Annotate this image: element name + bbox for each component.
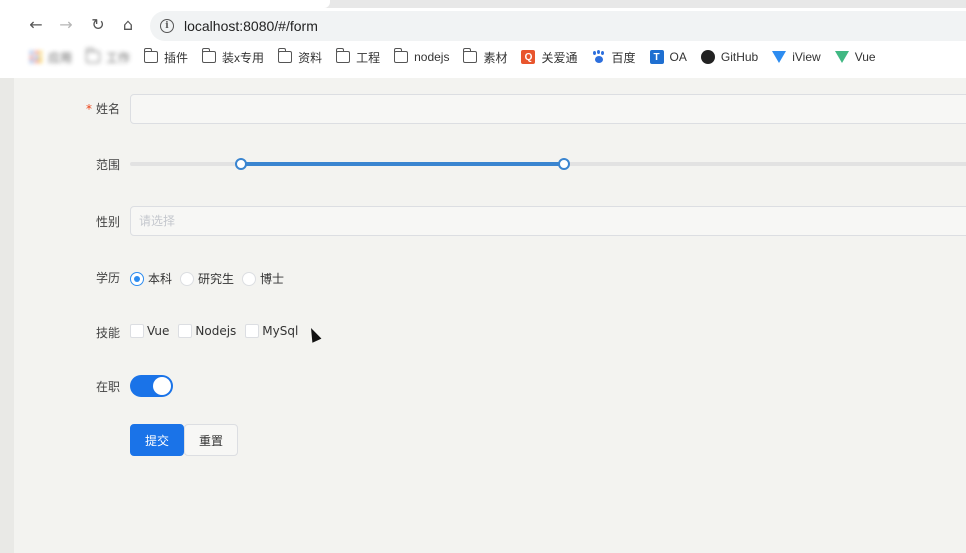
bookmark-nodejs[interactable]: nodejs [393, 48, 450, 64]
bookmark-materials[interactable]: 资料 [277, 48, 323, 66]
bookmark-label: iView [792, 50, 821, 64]
back-arrow-icon[interactable]: ← [25, 14, 47, 36]
bookmark-vue[interactable]: Vue [834, 50, 876, 64]
baidu-paw-icon [592, 50, 606, 64]
skills-checkbox-group: Vue Nodejs MySql [130, 324, 307, 338]
radio-bachelor[interactable]: 本科 [130, 270, 172, 287]
gender-label: 性别 [95, 215, 120, 229]
reset-button[interactable]: 重置 [184, 424, 238, 456]
range-label: 范围 [95, 158, 120, 172]
bookmark-label: 装x专用 [222, 50, 265, 65]
bookmark-label: nodejs [414, 50, 450, 64]
apps-icon [30, 51, 42, 63]
mouse-cursor-icon [306, 325, 322, 343]
radio-dot [242, 271, 257, 286]
bookmark-github[interactable]: GitHub [700, 50, 759, 64]
bookmark-showoff[interactable]: 装x专用 [201, 48, 265, 66]
name-input[interactable] [130, 94, 966, 124]
bookmark-plugins[interactable]: 插件 [143, 48, 189, 66]
left-edge [0, 78, 14, 553]
submit-button[interactable]: 提交 [130, 424, 184, 456]
bookmark-apps[interactable]: 应用 [30, 49, 72, 66]
folder-icon [143, 48, 159, 63]
folder-icon [85, 48, 101, 63]
bookmark-label: OA [669, 50, 687, 64]
range-handle-high[interactable] [557, 158, 570, 170]
checkbox-box [178, 324, 193, 338]
radio-master[interactable]: 研究生 [180, 270, 234, 287]
browser-chrome: ← → ↻ ⌂ i localhost:8080/#/form 应用 工作 插件… [0, 0, 966, 78]
bookmark-assets[interactable]: 素材 [462, 48, 508, 66]
bookmark-label: 百度 [611, 50, 636, 65]
info-icon[interactable]: i [160, 19, 174, 33]
bookmark-work[interactable]: 工作 [85, 48, 131, 66]
education-label: 学历 [95, 271, 120, 285]
bookmark-projects[interactable]: 工程 [335, 48, 381, 66]
bookmark-label: 工作 [106, 50, 131, 65]
required-mark: * [85, 102, 92, 116]
employed-label: 在职 [95, 380, 120, 394]
bookmark-guanaitong[interactable]: Q 关爱通 [521, 49, 578, 66]
folder-icon [277, 48, 293, 63]
bookmark-label: 工程 [356, 50, 381, 65]
guanaitong-icon: Q [521, 50, 536, 64]
github-icon [700, 50, 715, 64]
folder-icon [393, 48, 409, 63]
checkbox-box [130, 324, 144, 338]
radio-dot [130, 271, 144, 286]
checkbox-box [245, 324, 260, 338]
bookmark-label: 关爱通 [541, 50, 578, 65]
forward-arrow-icon[interactable]: → [55, 14, 77, 36]
bookmark-baidu[interactable]: 百度 [592, 49, 636, 66]
folder-icon [201, 48, 217, 63]
folder-icon [335, 48, 351, 63]
address-bar[interactable]: i localhost:8080/#/form [150, 11, 966, 41]
folder-icon [462, 48, 478, 63]
range-slider[interactable] [130, 158, 966, 170]
radio-dot [180, 271, 195, 286]
range-handle-low[interactable] [234, 158, 247, 170]
iview-icon [772, 51, 787, 63]
name-label: * 姓名 [85, 102, 120, 116]
bookmark-iview[interactable]: iView [772, 50, 821, 64]
oa-icon: T [649, 50, 664, 64]
radio-doctor[interactable]: 博士 [242, 270, 284, 287]
range-slider-fill [240, 162, 564, 166]
bookmark-label: 素材 [483, 50, 508, 65]
switch-knob [153, 377, 171, 395]
home-icon[interactable]: ⌂ [117, 14, 139, 36]
checkbox-vue[interactable]: Vue [130, 324, 169, 338]
checkbox-nodejs[interactable]: Nodejs [178, 324, 236, 338]
bookmark-oa[interactable]: T OA [649, 50, 687, 64]
bookmark-label: 应用 [48, 50, 73, 65]
bookmark-label: 插件 [164, 50, 189, 65]
checkbox-mysql[interactable]: MySql [245, 324, 298, 338]
education-radio-group: 本科 研究生 博士 [130, 270, 292, 287]
url-text: localhost:8080/#/form [184, 18, 318, 34]
gender-select[interactable]: 请选择 [130, 206, 966, 236]
reload-icon[interactable]: ↻ [87, 14, 109, 36]
bookmark-label: Vue [854, 50, 876, 64]
skills-label: 技能 [95, 326, 120, 340]
vue-icon [834, 51, 849, 63]
employed-switch[interactable] [130, 375, 173, 397]
bookmark-label: GitHub [720, 50, 759, 64]
bookmarks-bar: 应用 工作 插件 装x专用 资料 工程 nodejs 素材 Q 关爱通 百度 T… [0, 44, 966, 70]
bookmark-label: 资料 [298, 50, 323, 65]
tab-strip [0, 0, 966, 8]
